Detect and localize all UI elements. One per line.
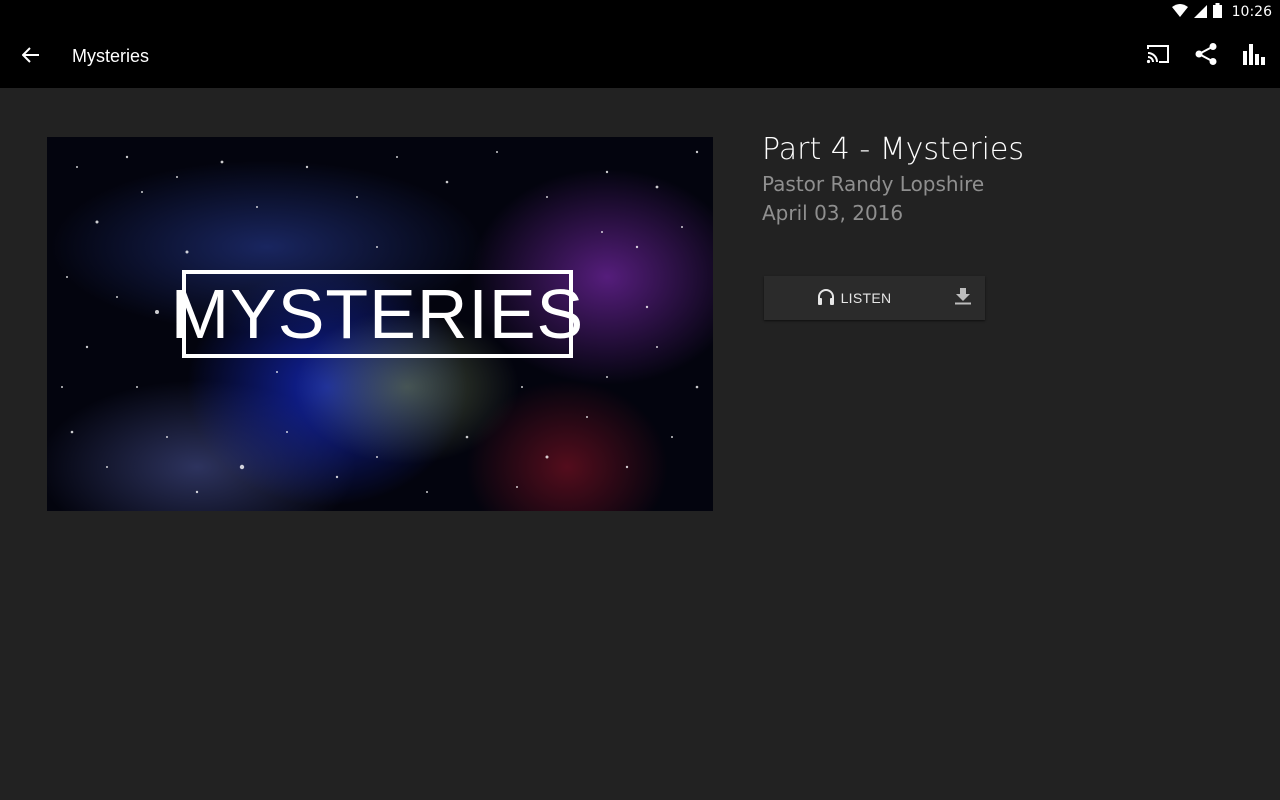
media-controls: LISTEN [764, 276, 985, 320]
wifi-icon [1171, 3, 1188, 22]
app-bar-actions [1144, 24, 1268, 88]
cast-button[interactable] [1144, 42, 1172, 70]
cast-icon [1146, 44, 1170, 68]
download-button[interactable] [951, 286, 975, 310]
share-icon [1194, 42, 1218, 70]
sermon-speaker: Pastor Randy Lopshire [762, 172, 985, 196]
status-bar: 10:26 [0, 0, 1280, 24]
artwork-logo: MYSTERIES [171, 270, 583, 358]
artwork-logo-text: MYSTERIES [170, 275, 585, 353]
sermon-date: April 03, 2016 [762, 201, 904, 225]
share-button[interactable] [1192, 42, 1220, 70]
sermon-info: Part 4 - Mysteries Pastor Randy Lopshire… [762, 130, 1242, 228]
back-button[interactable] [18, 44, 44, 70]
cell-signal-icon [1193, 3, 1207, 22]
app-bar-title: Mysteries [72, 45, 150, 66]
battery-icon [1212, 2, 1222, 22]
sermon-title: Part 4 - Mysteries [762, 132, 1024, 167]
status-time: 10:26 [1231, 4, 1272, 20]
bar-chart-icon [1242, 43, 1266, 69]
listen-label: LISTEN [840, 290, 892, 306]
listen-button[interactable]: LISTEN [764, 276, 944, 320]
arrow-back-icon [21, 47, 40, 67]
headphones-icon [817, 288, 835, 309]
status-icons: 10:26 [1171, 0, 1272, 24]
stats-button[interactable] [1240, 42, 1268, 70]
sermon-artwork: MYSTERIES [47, 137, 713, 511]
app-bar: Mysteries [0, 24, 1280, 88]
download-icon [954, 287, 972, 309]
